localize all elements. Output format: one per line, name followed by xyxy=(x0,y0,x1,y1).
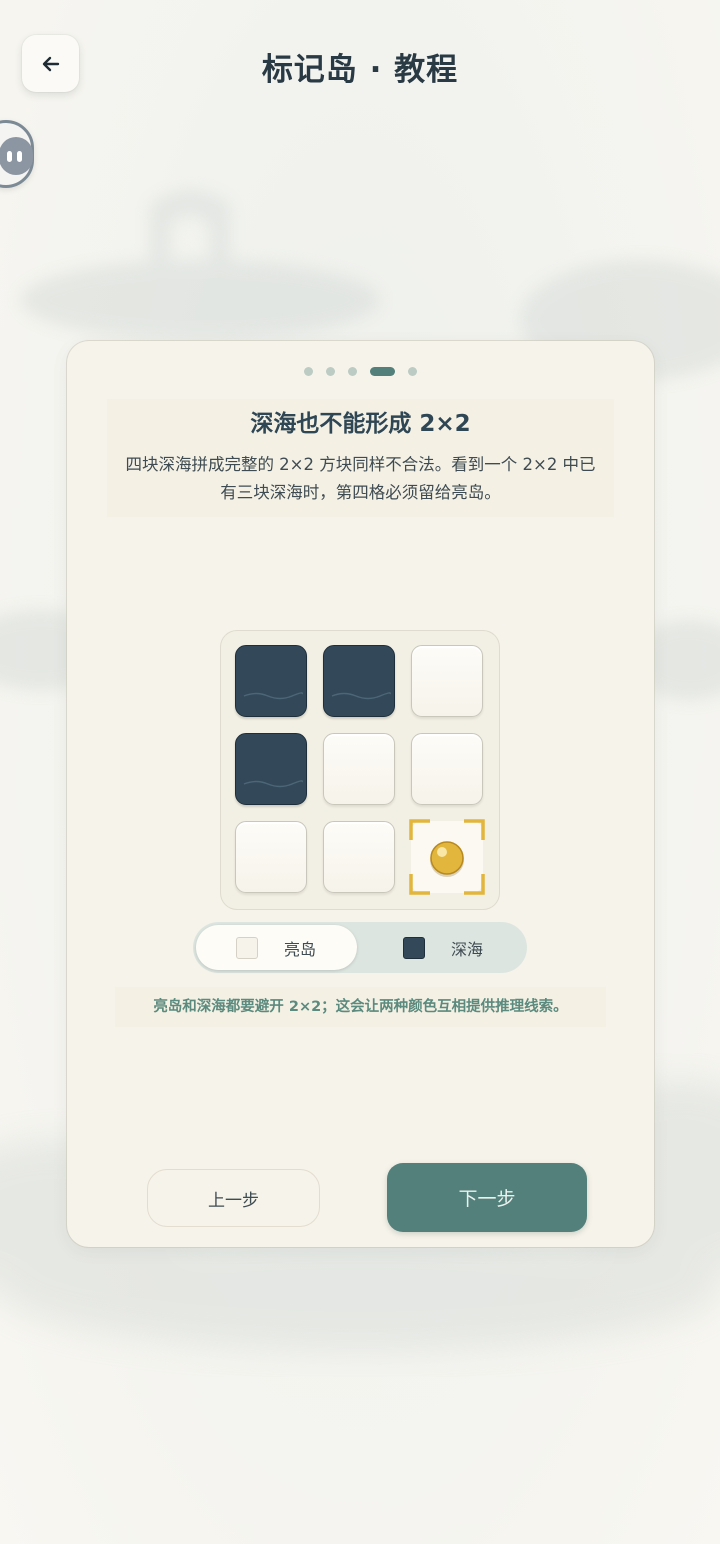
legend-deep-sea[interactable]: 深海 xyxy=(363,925,524,970)
wave-icon xyxy=(243,692,303,700)
target-marker-icon xyxy=(409,819,485,895)
legend-light-island[interactable]: 亮岛 xyxy=(196,925,357,970)
page-dot-active[interactable] xyxy=(370,367,395,376)
prev-step-button[interactable]: 上一步 xyxy=(147,1169,320,1227)
tutorial-title: 深海也不能形成 2×2 xyxy=(107,399,614,449)
legend-label: 亮岛 xyxy=(284,939,317,959)
board-cell-target[interactable] xyxy=(409,819,485,895)
description-line: 有三块深海时，第四格必须留给亮岛。 xyxy=(220,483,501,502)
page-title: 标记岛 · 教程 xyxy=(261,52,459,88)
board-cell-light-island[interactable] xyxy=(411,733,483,805)
light-island-swatch xyxy=(236,936,258,959)
tutorial-description: 四块深海拼成完整的 2×2 方块同样不合法。看到一个 2×2 中已 有三块深海时… xyxy=(107,449,614,517)
next-step-button[interactable]: 下一步 xyxy=(387,1163,587,1232)
deep-sea-swatch xyxy=(403,936,425,959)
tutorial-hint: 亮岛和深海都要避开 2×2；这会让两种颜色互相提供推理线索。 xyxy=(115,987,606,1027)
tutorial-card: 深海也不能形成 2×2 四块深海拼成完整的 2×2 方块同样不合法。看到一个 2… xyxy=(67,341,654,1247)
board-cell-light-island[interactable] xyxy=(323,821,395,893)
legend-label: 深海 xyxy=(451,939,484,959)
wave-icon xyxy=(331,692,391,700)
board-cell-deep-sea[interactable] xyxy=(323,645,395,717)
page-dot[interactable] xyxy=(348,367,357,376)
board-cell-light-island[interactable] xyxy=(323,733,395,805)
board-cell-light-island[interactable] xyxy=(411,645,483,717)
page-dot[interactable] xyxy=(408,367,417,376)
page-dot[interactable] xyxy=(326,367,335,376)
board-cell-deep-sea[interactable] xyxy=(235,733,307,805)
example-board xyxy=(221,631,499,909)
board-cell-light-island[interactable] xyxy=(235,821,307,893)
avatar-face xyxy=(0,137,33,175)
page-dot[interactable] xyxy=(304,367,313,376)
description-line: 四块深海拼成完整的 2×2 方块同样不合法。看到一个 2×2 中已 xyxy=(125,455,596,474)
cell-type-toggle[interactable]: 亮岛 深海 xyxy=(193,922,527,973)
assistant-avatar[interactable] xyxy=(0,120,34,188)
board-cell-deep-sea[interactable] xyxy=(235,645,307,717)
wave-icon xyxy=(243,780,303,788)
page-indicator xyxy=(67,367,654,376)
